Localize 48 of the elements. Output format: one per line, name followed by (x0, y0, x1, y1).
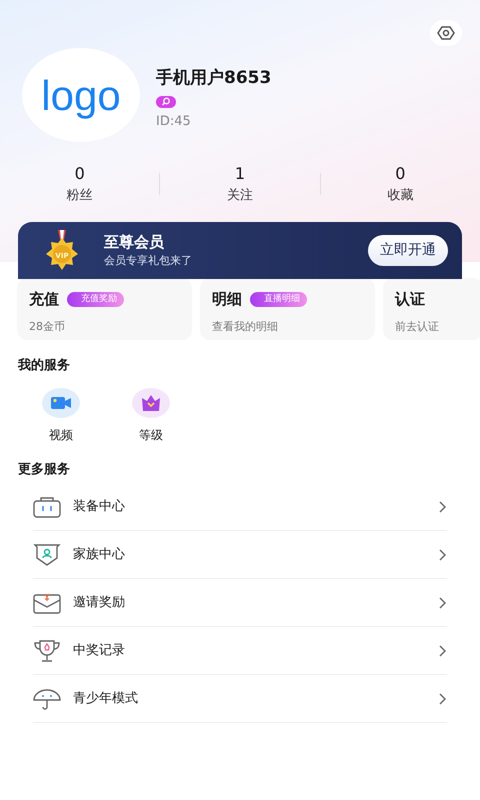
umbrella-icon (33, 688, 61, 710)
video-camera-icon (42, 388, 80, 418)
menu-item[interactable]: 装备中心 (73, 496, 439, 516)
card-subtitle: 28金币 (29, 318, 66, 334)
card-tag: 直播明细 (250, 292, 307, 307)
chevron-right-icon (439, 500, 447, 512)
vip-title: 至尊会员 (104, 232, 165, 252)
card-tag: 充值奖励 (67, 292, 124, 307)
envelope-icon (33, 592, 61, 614)
shortcut-card[interactable]: 明细 直播明细 查看我的明细 (200, 278, 375, 340)
stat-count: 0 (395, 163, 406, 185)
avatar-logo: logo (22, 48, 140, 142)
open-vip-button[interactable]: 立即开通 (368, 234, 448, 266)
card-subtitle: 查看我的明细 (212, 318, 279, 334)
stat-count: 1 (234, 163, 246, 185)
stat-label[interactable]: 粉丝 (66, 186, 93, 206)
card-subtitle: 前去认证 (395, 318, 440, 334)
user-id: ID:45 (156, 112, 192, 130)
service-label[interactable]: 等级 (139, 426, 163, 444)
chevron-right-icon (439, 548, 447, 560)
eye-icon (437, 26, 455, 40)
chevron-right-icon (439, 596, 447, 608)
chevron-right-icon (439, 644, 447, 656)
user-name: 手机用户8653 (156, 67, 272, 90)
menu-item[interactable]: 邀请奖励 (73, 592, 439, 612)
badge-icon (156, 96, 176, 108)
shortcut-card[interactable]: 认证 前去认证 (383, 278, 480, 340)
stat-count: 0 (74, 163, 85, 185)
trophy-icon (33, 640, 61, 662)
vip-subtitle: 会员专享礼包来了 (104, 253, 193, 269)
menu-item[interactable]: 中奖记录 (73, 640, 439, 660)
section-title: 更多服务 (18, 460, 71, 478)
card-title: 明细 (212, 289, 242, 310)
medal-icon (44, 230, 80, 270)
chevron-right-icon (439, 692, 447, 704)
menu-item[interactable]: 青少年模式 (73, 688, 439, 708)
shortcut-card[interactable]: 充值 充值奖励 28金币 (17, 278, 192, 340)
crown-icon (132, 388, 170, 418)
shield-person-icon (33, 544, 61, 566)
menu-item[interactable]: 家族中心 (73, 544, 439, 564)
service-label[interactable]: 视频 (49, 426, 73, 444)
card-title: 认证 (395, 289, 425, 310)
card-title: 充值 (29, 289, 59, 310)
eye-button[interactable] (430, 20, 462, 46)
stat-label[interactable]: 收藏 (387, 186, 414, 206)
section-title: 我的服务 (18, 357, 71, 375)
bag-icon (33, 496, 61, 518)
stat-label[interactable]: 关注 (226, 186, 253, 206)
